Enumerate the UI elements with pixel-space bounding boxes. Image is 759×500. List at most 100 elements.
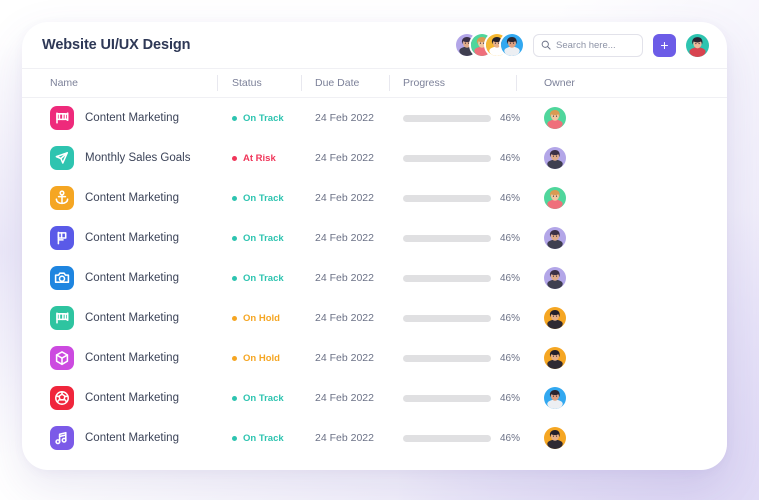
cell-owner[interactable] — [516, 418, 636, 458]
cell-status[interactable]: On Hold — [217, 338, 301, 378]
cell-name[interactable]: Content Marketing — [22, 298, 217, 338]
cell-progress[interactable]: 46% — [389, 98, 520, 138]
progress-bar — [403, 114, 491, 122]
cell-due-date[interactable]: 24 Feb 2022 — [301, 258, 389, 298]
cell-due-date[interactable]: 24 Feb 2022 — [301, 98, 389, 138]
cell-owner[interactable] — [516, 258, 636, 298]
status-dot-icon — [232, 235, 237, 241]
cell-status[interactable]: On Track — [217, 258, 301, 298]
table-header-row: Name Status Due Date Progress Owner — [22, 68, 727, 98]
cell-name[interactable]: Content Marketing — [22, 178, 217, 218]
table-row[interactable]: Content Marketing On Hold 24 Feb 2022 46% — [22, 298, 727, 338]
cell-status[interactable]: On Hold — [217, 298, 301, 338]
search-icon — [541, 40, 551, 50]
cube-icon — [50, 346, 74, 370]
table-row[interactable]: Content Marketing On Hold 24 Feb 2022 46% — [22, 338, 727, 378]
cell-name[interactable]: Monthly Sales Goals — [22, 138, 217, 178]
status-badge: On Hold — [232, 353, 280, 364]
progress-bar — [403, 274, 491, 282]
status-dot-icon — [232, 115, 237, 121]
project-card: Website UI/UX Design + Name Status Due D… — [22, 22, 727, 470]
cell-owner[interactable] — [516, 98, 636, 138]
status-label: On Track — [243, 192, 284, 204]
owner-avatar-1[interactable] — [544, 107, 566, 129]
column-header-due-date[interactable]: Due Date — [301, 69, 389, 97]
table-row[interactable]: Content Marketing On Track 24 Feb 2022 46% — [22, 258, 727, 298]
cell-owner[interactable] — [516, 378, 636, 418]
team-member-4-avatar[interactable] — [501, 34, 523, 56]
current-user-avatar[interactable] — [686, 33, 709, 57]
cell-status[interactable]: On Track — [217, 418, 301, 458]
owner-avatar-4[interactable] — [544, 227, 566, 249]
cell-status[interactable]: On Track — [217, 378, 301, 418]
owner-avatar-6[interactable] — [544, 307, 566, 329]
task-name: Content Marketing — [85, 352, 179, 364]
cell-progress[interactable]: 46% — [389, 218, 520, 258]
cell-progress[interactable]: 46% — [389, 258, 520, 298]
cell-progress[interactable]: 46% — [389, 418, 520, 458]
table-row[interactable]: Content Marketing On Track 24 Feb 2022 46% — [22, 98, 727, 138]
cell-name[interactable]: Content Marketing — [22, 378, 217, 418]
cell-progress[interactable]: 46% — [389, 338, 520, 378]
table-row[interactable]: Content Marketing On Track 24 Feb 2022 46% — [22, 418, 727, 458]
table-row[interactable]: Content Marketing On Track 24 Feb 2022 46% — [22, 218, 727, 258]
due-date-value: 24 Feb 2022 — [315, 312, 374, 324]
cell-due-date[interactable]: 24 Feb 2022 — [301, 338, 389, 378]
owner-avatar-7[interactable] — [544, 347, 566, 369]
table-row[interactable]: Monthly Sales Goals At Risk 24 Feb 2022 46% — [22, 138, 727, 178]
team-avatar-group[interactable] — [456, 34, 523, 56]
progress-wrapper: 46% — [403, 233, 520, 244]
cell-progress[interactable]: 46% — [389, 138, 520, 178]
owner-avatar-2[interactable] — [544, 147, 566, 169]
owner-avatar-8[interactable] — [544, 387, 566, 409]
due-date-value: 24 Feb 2022 — [315, 392, 374, 404]
cell-due-date[interactable]: 24 Feb 2022 — [301, 378, 389, 418]
task-name: Content Marketing — [85, 272, 179, 284]
column-header-status[interactable]: Status — [217, 69, 301, 97]
cell-progress[interactable]: 46% — [389, 298, 520, 338]
cell-owner[interactable] — [516, 138, 636, 178]
owner-avatar-5[interactable] — [544, 267, 566, 289]
status-badge: On Track — [232, 113, 284, 124]
cell-name[interactable]: Content Marketing — [22, 258, 217, 298]
column-header-owner[interactable]: Owner — [516, 69, 636, 97]
cell-due-date[interactable]: 24 Feb 2022 — [301, 178, 389, 218]
cell-owner[interactable] — [516, 298, 636, 338]
table-row[interactable]: Content Marketing On Track 24 Feb 2022 46% — [22, 178, 727, 218]
progress-bar — [403, 194, 491, 202]
progress-wrapper: 46% — [403, 273, 520, 284]
cell-name[interactable]: Content Marketing — [22, 418, 217, 458]
progress-wrapper: 46% — [403, 193, 520, 204]
cell-name[interactable]: Content Marketing — [22, 218, 217, 258]
search-input[interactable] — [556, 39, 635, 51]
owner-avatar-3[interactable] — [544, 187, 566, 209]
cell-status[interactable]: On Track — [217, 98, 301, 138]
cell-due-date[interactable]: 24 Feb 2022 — [301, 298, 389, 338]
column-header-name[interactable]: Name — [22, 69, 217, 97]
cell-status[interactable]: On Track — [217, 218, 301, 258]
cell-due-date[interactable]: 24 Feb 2022 — [301, 218, 389, 258]
cell-due-date[interactable]: 24 Feb 2022 — [301, 418, 389, 458]
task-name: Content Marketing — [85, 392, 179, 404]
cell-owner[interactable] — [516, 218, 636, 258]
search-box[interactable] — [533, 33, 643, 57]
cell-name[interactable]: Content Marketing — [22, 338, 217, 378]
status-dot-icon — [232, 195, 237, 201]
cell-progress[interactable]: 46% — [389, 178, 520, 218]
cell-progress[interactable]: 46% — [389, 378, 520, 418]
column-header-progress[interactable]: Progress — [389, 69, 516, 97]
megaphone-icon — [50, 106, 74, 130]
owner-avatar-9[interactable] — [544, 427, 566, 449]
progress-bar — [403, 354, 491, 362]
status-dot-icon — [232, 315, 237, 321]
add-button[interactable]: + — [653, 33, 676, 57]
cell-due-date[interactable]: 24 Feb 2022 — [301, 138, 389, 178]
status-label: At Risk — [243, 152, 276, 164]
due-date-value: 24 Feb 2022 — [315, 112, 374, 124]
cell-name[interactable]: Content Marketing — [22, 98, 217, 138]
table-row[interactable]: Content Marketing On Track 24 Feb 2022 46% — [22, 378, 727, 418]
cell-status[interactable]: On Track — [217, 178, 301, 218]
cell-status[interactable]: At Risk — [217, 138, 301, 178]
cell-owner[interactable] — [516, 338, 636, 378]
cell-owner[interactable] — [516, 178, 636, 218]
